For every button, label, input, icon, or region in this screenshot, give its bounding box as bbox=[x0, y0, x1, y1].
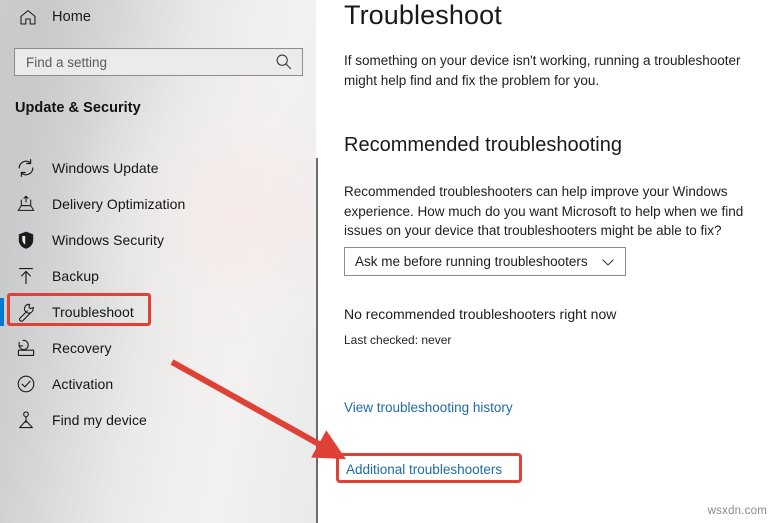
sidebar-section-title: Update & Security bbox=[15, 100, 141, 116]
recommended-status-text: No recommended troubleshooters right now bbox=[344, 306, 617, 322]
sidebar-item-label: Recovery bbox=[52, 340, 112, 356]
sidebar-item-label: Find my device bbox=[52, 412, 147, 428]
search-icon[interactable] bbox=[273, 51, 295, 73]
delivery-upload-icon bbox=[17, 195, 35, 211]
sync-refresh-icon bbox=[18, 159, 34, 177]
sidebar-item-label: Troubleshoot bbox=[52, 304, 134, 320]
sidebar-item-find-my-device[interactable]: Find my device bbox=[0, 402, 316, 438]
last-checked-text: Last checked: never bbox=[344, 333, 452, 347]
sidebar-item-label: Backup bbox=[52, 268, 99, 284]
sidebar-item-label: Windows Update bbox=[52, 160, 159, 176]
recovery-arrow-icon bbox=[17, 339, 35, 356]
sidebar-home-button[interactable]: Home bbox=[0, 0, 316, 34]
sidebar-item-windows-security[interactable]: Windows Security bbox=[0, 222, 316, 258]
content-pane: Troubleshoot If something on your device… bbox=[318, 0, 775, 523]
page-title: Troubleshoot bbox=[344, 0, 502, 30]
sidebar-item-backup[interactable]: Backup bbox=[0, 258, 316, 294]
person-locator-icon bbox=[19, 411, 33, 429]
dropdown-selected-value: Ask me before running troubleshooters bbox=[355, 254, 588, 269]
chevron-down-icon bbox=[602, 258, 614, 266]
additional-troubleshooters-link[interactable]: Additional troubleshooters bbox=[346, 462, 502, 477]
watermark: wsxdn.com bbox=[707, 505, 767, 517]
sidebar-item-label: Activation bbox=[52, 376, 114, 392]
home-icon bbox=[20, 10, 36, 25]
recommended-description: Recommended troubleshooters can help imp… bbox=[344, 184, 744, 238]
check-circle-icon bbox=[17, 375, 35, 393]
shield-icon bbox=[18, 231, 34, 249]
sidebar-item-recovery[interactable]: Recovery bbox=[0, 330, 316, 366]
sidebar-item-label: Windows Security bbox=[52, 232, 165, 248]
settings-window: Home Update & Security Windows Update bbox=[0, 0, 775, 523]
sidebar-item-label: Delivery Optimization bbox=[52, 196, 186, 212]
wrench-icon bbox=[19, 303, 35, 322]
recommended-troubleshooting-dropdown[interactable]: Ask me before running troubleshooters bbox=[344, 247, 626, 276]
sidebar-nav: Windows Update Delivery Optimization Win… bbox=[0, 150, 316, 438]
view-troubleshooting-history-link[interactable]: View troubleshooting history bbox=[344, 400, 513, 415]
sidebar-item-troubleshoot[interactable]: Troubleshoot bbox=[0, 293, 316, 330]
intro-text: If something on your device isn't workin… bbox=[344, 53, 741, 88]
sidebar-item-windows-update[interactable]: Windows Update bbox=[0, 150, 316, 186]
sidebar-item-activation[interactable]: Activation bbox=[0, 366, 316, 402]
search-box[interactable] bbox=[14, 48, 303, 76]
recommended-heading: Recommended troubleshooting bbox=[344, 134, 622, 156]
sidebar-home-label: Home bbox=[52, 9, 92, 25]
sidebar: Home Update & Security Windows Update bbox=[0, 0, 316, 523]
sidebar-item-delivery-optimization[interactable]: Delivery Optimization bbox=[0, 186, 316, 222]
search-input[interactable] bbox=[15, 53, 273, 71]
upload-arrow-icon bbox=[19, 268, 33, 285]
